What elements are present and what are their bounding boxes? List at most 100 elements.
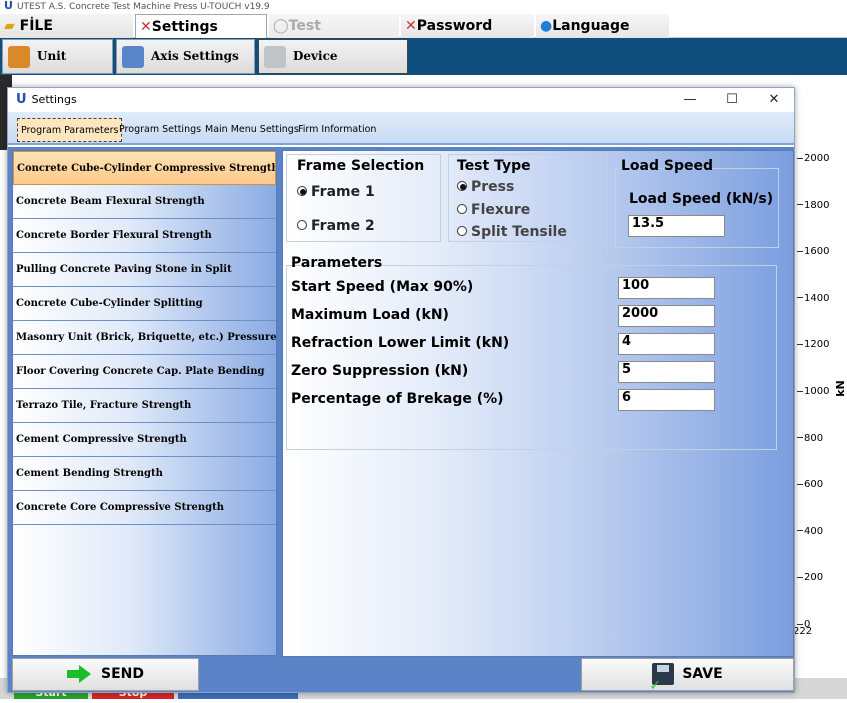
menu-test-label: Test bbox=[288, 18, 321, 34]
menu-settings[interactable]: ✕Settings bbox=[135, 14, 267, 38]
send-arrow-icon bbox=[67, 670, 79, 678]
maximize-button[interactable]: ☐ bbox=[712, 88, 752, 112]
radio-selected-icon bbox=[297, 186, 307, 196]
tab-main-menu-settings[interactable]: Main Menu Settings bbox=[202, 118, 302, 142]
list-item[interactable]: Concrete Cube-Cylinder Splitting bbox=[13, 287, 276, 321]
parameter-input[interactable]: 4 bbox=[618, 333, 715, 355]
y-axis-tick-label: 1800 bbox=[797, 200, 829, 211]
tab-firm-information[interactable]: Firm Information bbox=[295, 118, 379, 142]
load-speed-label: Load Speed (kN/s) bbox=[629, 191, 774, 207]
dialog-title-bar: U Settings — ☐ ✕ bbox=[8, 88, 794, 112]
frame-1-label: Frame 1 bbox=[311, 184, 375, 200]
menu-language-label: Language bbox=[552, 18, 630, 34]
main-menu-bar: ▰ FİLE ✕Settings ◯Test ✕Password ●Langua… bbox=[0, 14, 847, 38]
close-icon: ✕ bbox=[768, 92, 780, 107]
press-radio[interactable]: Press bbox=[457, 179, 514, 195]
parameter-label: Percentage of Brekage (%) bbox=[291, 391, 504, 407]
wrench-icon bbox=[264, 46, 286, 68]
y-axis-tick-label: 1000 bbox=[797, 386, 829, 397]
y-axis-tick-label: 200 bbox=[797, 572, 823, 583]
tab-label: Program Parameters bbox=[21, 125, 119, 136]
send-arrowhead-icon bbox=[79, 665, 91, 683]
split-tensile-radio[interactable]: Split Tensile bbox=[457, 224, 567, 240]
list-item[interactable]: Concrete Beam Flexural Strength bbox=[13, 185, 276, 219]
settings-dialog: U Settings — ☐ ✕ Program Parameters Progr… bbox=[7, 87, 795, 702]
parameter-input[interactable]: 5 bbox=[618, 361, 715, 383]
dialog-logo-icon: U bbox=[16, 92, 27, 107]
save-label: SAVE bbox=[682, 666, 723, 682]
frame-2-radio[interactable]: Frame 2 bbox=[297, 218, 375, 234]
maximize-icon: ☐ bbox=[726, 92, 738, 107]
minimize-icon: — bbox=[683, 92, 697, 107]
radio-unselected-icon bbox=[297, 220, 307, 230]
axis-settings-label: Axis Settings bbox=[151, 49, 239, 63]
split-tensile-label: Split Tensile bbox=[471, 224, 567, 240]
menu-file[interactable]: ▰ FİLE bbox=[0, 14, 133, 38]
save-button[interactable]: SAVE bbox=[581, 658, 794, 702]
tab-label: Program Settings bbox=[119, 124, 202, 135]
y-axis-unit: kN bbox=[833, 380, 847, 397]
parameter-label: Start Speed (Max 90%) bbox=[291, 279, 474, 295]
send-button[interactable]: SEND bbox=[12, 658, 199, 691]
app-logo-icon: U bbox=[4, 0, 13, 12]
axis-settings-button[interactable]: Axis Settings bbox=[116, 39, 255, 74]
tab-label: Firm Information bbox=[298, 124, 377, 135]
unit-system-button[interactable]: Unit System bbox=[2, 39, 113, 96]
list-item[interactable]: Concrete Cube-Cylinder Compressive Stren… bbox=[13, 151, 276, 185]
floppy-disk-icon bbox=[649, 663, 675, 702]
parameter-input[interactable]: 6 bbox=[618, 389, 715, 411]
x-axis-value: 222 bbox=[793, 626, 813, 637]
device-parameters-button[interactable]: Device Parameters bbox=[258, 39, 408, 96]
dialog-action-bar: SEND SAVE bbox=[8, 657, 794, 702]
frame-2-label: Frame 2 bbox=[311, 218, 375, 234]
globe-icon: ● bbox=[540, 18, 553, 34]
press-label: Press bbox=[471, 179, 515, 195]
y-axis-tick-label: 2000 bbox=[797, 153, 829, 164]
load-speed-title: Load Speed bbox=[621, 158, 713, 174]
y-axis-tick-label: 800 bbox=[797, 433, 823, 444]
tools-icon: ✕ bbox=[140, 19, 152, 35]
parameter-label: Refraction Lower Limit (kN) bbox=[291, 335, 510, 351]
parameter-input[interactable]: 2000 bbox=[618, 305, 715, 327]
menu-test[interactable]: ◯Test bbox=[269, 14, 399, 38]
chart-y-axis: 2000 1800 1600 1400 1200 1000 800 600 400 200 0 bbox=[797, 150, 847, 650]
y-axis-tick-label: 1200 bbox=[797, 339, 829, 350]
dialog-title: Settings bbox=[31, 93, 77, 106]
parameter-input[interactable]: 100 bbox=[618, 277, 715, 299]
frame-1-radio[interactable]: Frame 1 bbox=[297, 184, 375, 200]
list-item[interactable]: Terrazo Tile, Fracture Strength bbox=[13, 389, 276, 423]
flexure-label: Flexure bbox=[471, 202, 531, 218]
list-item[interactable]: Concrete Border Flexural Strength bbox=[13, 219, 276, 253]
menu-password[interactable]: ✕Password bbox=[401, 14, 534, 38]
flexure-radio[interactable]: Flexure bbox=[457, 202, 530, 218]
y-axis-tick-label: 1400 bbox=[797, 293, 829, 304]
minimize-button[interactable]: — bbox=[670, 88, 710, 112]
test-type-title: Test Type bbox=[457, 158, 531, 174]
clock-icon: ◯ bbox=[273, 18, 289, 34]
list-item[interactable]: Masonry Unit (Brick, Briquette, etc.) Pr… bbox=[13, 321, 276, 355]
radio-selected-icon bbox=[457, 181, 467, 191]
list-item[interactable]: Concrete Core Compressive Strength bbox=[13, 491, 276, 525]
tab-program-settings[interactable]: Program Settings bbox=[116, 118, 204, 142]
program-parameters-panel: Frame Selection Frame 1 Frame 2 Test Typ… bbox=[282, 150, 794, 657]
settings-toolbar: Unit System Axis Settings Device Paramet… bbox=[0, 38, 847, 96]
menu-settings-label: Settings bbox=[151, 19, 218, 35]
app-title-bar: U UTEST A.S. Concrete Test Machine Press … bbox=[0, 0, 847, 14]
tools-icon: ✕ bbox=[405, 18, 417, 34]
list-item[interactable]: Cement Bending Strength bbox=[13, 457, 276, 491]
axis-chart-icon bbox=[122, 46, 144, 68]
list-item[interactable]: Cement Compressive Strength bbox=[13, 423, 276, 457]
dialog-tabs: Program Parameters Program Settings Main… bbox=[8, 112, 794, 145]
dialog-content: Concrete Cube-Cylinder Compressive Stren… bbox=[8, 147, 794, 657]
y-axis-tick-label: 1600 bbox=[797, 246, 829, 257]
tab-label: Main Menu Settings bbox=[205, 124, 299, 135]
parameters-title: Parameters bbox=[291, 255, 383, 271]
load-speed-input[interactable]: 13.5 bbox=[628, 215, 725, 237]
list-item[interactable]: Floor Covering Concrete Cap. Plate Bendi… bbox=[13, 355, 276, 389]
menu-language[interactable]: ●Language bbox=[536, 14, 669, 38]
send-label: SEND bbox=[101, 666, 144, 682]
close-button[interactable]: ✕ bbox=[754, 88, 794, 112]
list-item[interactable]: Pulling Concrete Paving Stone in Split bbox=[13, 253, 276, 287]
frame-selection-title: Frame Selection bbox=[297, 158, 425, 174]
tab-program-parameters[interactable]: Program Parameters bbox=[17, 118, 123, 142]
